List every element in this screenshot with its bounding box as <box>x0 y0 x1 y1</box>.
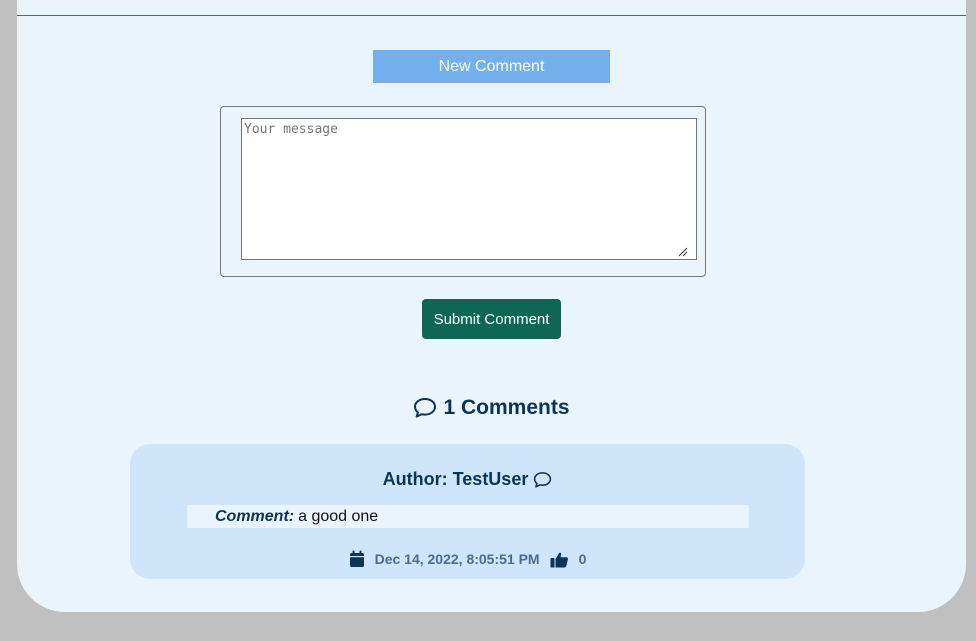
like-count: 0 <box>578 551 587 567</box>
comment-author: Author: TestUser <box>130 469 805 490</box>
comment-icon <box>534 471 552 488</box>
comment-card: Author: TestUser Comment: a good one Dec… <box>130 444 805 579</box>
comment-icon <box>414 398 437 418</box>
message-textarea[interactable] <box>241 118 697 260</box>
comments-heading: 1 Comments <box>17 396 966 420</box>
author-label: Author: TestUser <box>382 469 529 489</box>
comment-form-fieldset <box>220 106 706 277</box>
divider <box>17 15 966 16</box>
comment-meta: Dec 14, 2022, 8:05:51 PM 0 <box>130 550 805 568</box>
comments-count-label: 1 Comments <box>443 396 570 419</box>
comment-date: Dec 14, 2022, 8:05:51 PM <box>374 551 540 567</box>
thumbs-up-icon[interactable] <box>550 551 569 568</box>
comment-label: Comment: <box>215 507 295 525</box>
resize-grip-icon[interactable] <box>678 247 688 257</box>
comment-text: a good one <box>298 507 379 525</box>
submit-comment-button[interactable]: Submit Comment <box>422 299 561 339</box>
content-panel: New Comment Submit Comment 1 Comments Au… <box>17 0 966 612</box>
comment-body: Comment: a good one <box>187 505 749 528</box>
calendar-icon <box>349 550 364 567</box>
new-comment-title: New Comment <box>373 50 610 83</box>
